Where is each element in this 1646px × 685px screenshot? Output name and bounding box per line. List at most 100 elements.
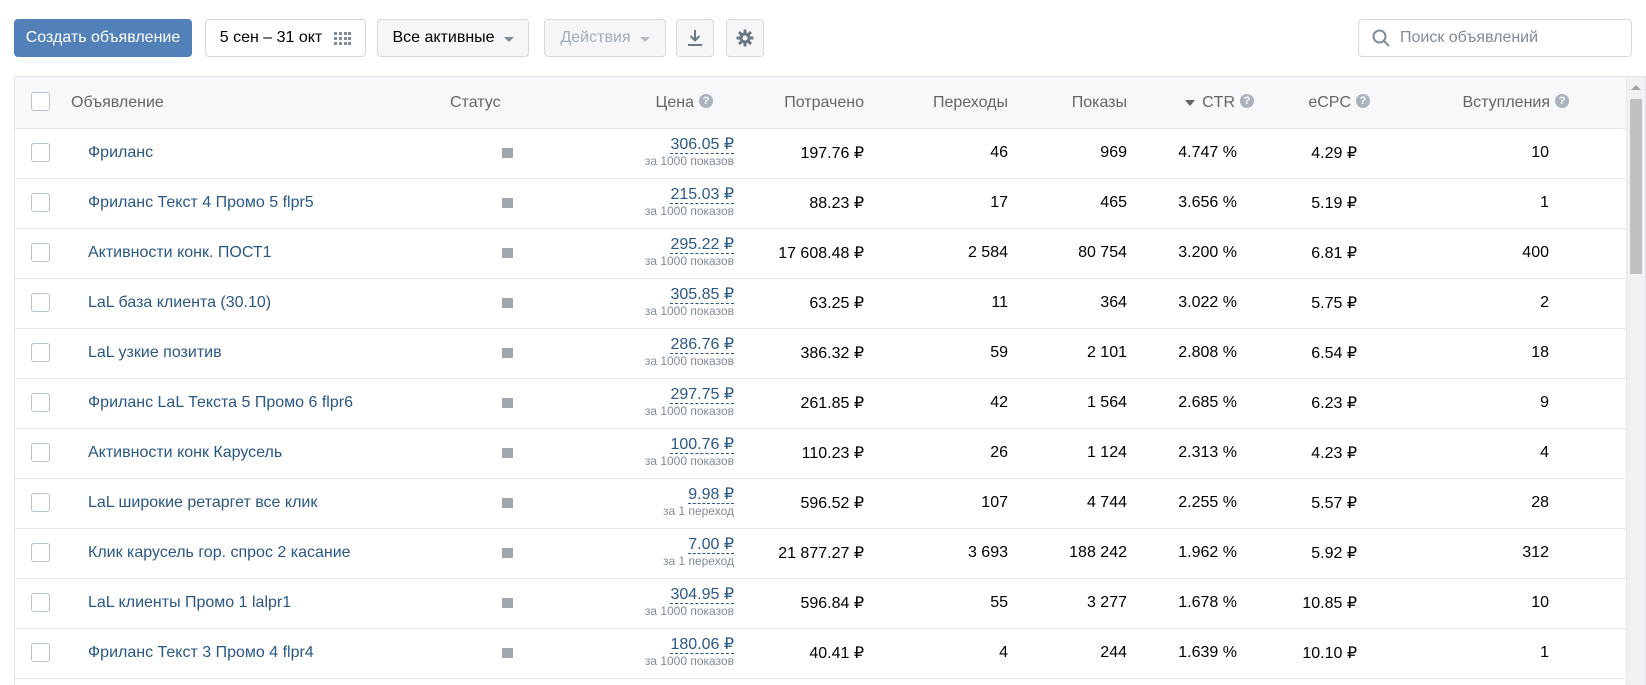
ad-name-link[interactable]: LaL узкие позитив — [88, 328, 222, 378]
price-unit: за 1000 показов — [644, 654, 734, 668]
table-row[interactable]: Фриланс LaL Текста 5 Промо 6 flpr6 297.75… — [15, 378, 1645, 429]
table-row[interactable]: LaL узкие позитив 286.76 ₽ за 1000 показов… — [15, 328, 1645, 379]
ctr-cell: 3.022 % — [1178, 294, 1237, 311]
settings-button[interactable] — [726, 19, 764, 57]
ad-name-link[interactable]: Фриланс Текст 4 Промо 5 flpr5 — [88, 178, 314, 228]
table-row[interactable]: LaL база клиента (30.10) 305.85 ₽ за 1000 … — [15, 278, 1645, 329]
ecpc-cell: 6.81 ₽ — [1311, 245, 1357, 262]
vertical-scrollbar[interactable] — [1626, 77, 1645, 685]
select-all-checkbox[interactable] — [31, 92, 50, 111]
table-row[interactable]: Активности конк. ПОСТ1 295.22 ₽ за 1000 по… — [15, 228, 1645, 279]
ctr-cell: 2.685 % — [1178, 394, 1237, 411]
ctr-cell: 2.808 % — [1178, 344, 1237, 361]
row-checkbox[interactable] — [31, 143, 50, 162]
header-status[interactable]: Статус — [450, 77, 501, 128]
price-value-link[interactable]: 297.75 ₽ — [670, 386, 734, 404]
header-ad[interactable]: Объявление — [71, 77, 164, 128]
header-spent[interactable]: Потрачено — [784, 77, 864, 128]
price-unit: за 1 переход — [662, 504, 734, 518]
clicks-cell: 26 — [990, 444, 1008, 461]
row-checkbox[interactable] — [31, 443, 50, 462]
joins-cell: 18 — [1531, 344, 1549, 361]
header-ctr[interactable]: CTR? — [1185, 77, 1254, 128]
row-checkbox[interactable] — [31, 643, 50, 662]
row-checkbox[interactable] — [31, 243, 50, 262]
price-value-link[interactable]: 306.05 ₽ — [670, 136, 734, 154]
help-icon[interactable]: ? — [1240, 93, 1254, 108]
ad-name-link[interactable]: Фриланс Текст 3 Промо 4 flpr4 — [88, 628, 314, 678]
price-value-link[interactable]: 100.76 ₽ — [670, 436, 734, 454]
joins-cell: 10 — [1531, 144, 1549, 161]
table-row[interactable]: LaL клиенты Промо 1 lalpr1 304.95 ₽ за 100… — [15, 578, 1645, 629]
status-filter-dropdown[interactable]: Все активные — [377, 19, 529, 57]
header-impressions[interactable]: Показы — [1072, 77, 1127, 128]
header-joins[interactable]: Вступления? — [1462, 77, 1569, 128]
header-ecpc[interactable]: eCPC? — [1308, 77, 1370, 128]
price-value-link[interactable]: 7.00 ₽ — [688, 536, 734, 554]
row-checkbox[interactable] — [31, 393, 50, 412]
clicks-cell: 11 — [991, 294, 1008, 311]
price-value-link[interactable]: 295.22 ₽ — [670, 236, 734, 254]
table-row[interactable]: LaL широкие ретаргет все клик 9.98 ₽ за 1 … — [15, 478, 1645, 529]
price-value-link[interactable]: 305.85 ₽ — [670, 286, 734, 304]
joins-cell: 4 — [1540, 444, 1549, 461]
table-header: Объявление Статус Цена? Потрачено Перехо… — [15, 77, 1645, 129]
impressions-cell: 364 — [1100, 294, 1127, 311]
price-cell: 304.95 ₽ за 1000 показов — [645, 586, 734, 618]
header-price[interactable]: Цена? — [656, 77, 713, 128]
row-checkbox[interactable] — [31, 343, 50, 362]
row-checkbox[interactable] — [31, 543, 50, 562]
search-input[interactable] — [1398, 28, 1622, 48]
table-row[interactable]: Фриланс Текст 4 Промо 5 flpr5 215.03 ₽ за … — [15, 178, 1645, 229]
price-value-link[interactable]: 304.95 ₽ — [670, 586, 734, 604]
impressions-cell: 969 — [1100, 144, 1127, 161]
row-checkbox[interactable] — [31, 193, 50, 212]
scroll-thumb[interactable] — [1630, 99, 1642, 274]
price-unit: за 1000 показов — [644, 354, 734, 368]
status-stopped-icon — [502, 548, 513, 558]
download-button[interactable] — [676, 19, 714, 57]
ad-name-link[interactable]: Фриланс — [88, 128, 153, 178]
price-value-link[interactable]: 286.76 ₽ — [670, 336, 734, 354]
row-checkbox[interactable] — [31, 293, 50, 312]
header-clicks-label: Переходы — [932, 93, 1008, 111]
price-unit: за 1000 показов — [644, 604, 734, 618]
price-unit: за 1000 показов — [644, 304, 734, 318]
ad-name-link[interactable]: Активности конк. ПОСТ1 — [88, 228, 272, 278]
ecpc-cell: 6.54 ₽ — [1311, 345, 1357, 362]
ecpc-cell: 5.57 ₽ — [1311, 495, 1357, 512]
price-value-link[interactable]: 9.98 ₽ — [688, 486, 734, 504]
create-ad-button[interactable]: Создать объявление — [14, 19, 192, 57]
table-row[interactable]: Фриланс 306.05 ₽ за 1000 показов 197.76 ₽ 46… — [15, 128, 1645, 179]
ctr-cell: 2.313 % — [1178, 444, 1237, 461]
ad-name-link[interactable]: Активности конк Карусель — [88, 428, 282, 478]
price-value-link[interactable]: 180.06 ₽ — [670, 636, 734, 654]
ad-name-link[interactable]: LaL клиенты Промо 1 lalpr1 — [88, 578, 291, 628]
calendar-grid-icon — [334, 31, 352, 45]
ad-name-link[interactable]: Фриланс LaL Текста 5 Промо 6 flpr6 — [88, 378, 353, 428]
header-status-label: Статус — [450, 93, 501, 111]
scroll-up-arrow-icon[interactable] — [1631, 85, 1641, 90]
header-clicks[interactable]: Переходы — [933, 77, 1008, 128]
row-checkbox[interactable] — [31, 593, 50, 612]
table-row[interactable]: Активности конк Карусель 100.76 ₽ за 1000 … — [15, 428, 1645, 479]
table-row[interactable]: Клик карусель гор. спрос 2 касание 7.00 ₽… — [15, 528, 1645, 579]
price-value-link[interactable]: 215.03 ₽ — [670, 186, 734, 204]
date-range-button[interactable]: 5 сен – 31 окт — [205, 19, 366, 57]
sort-desc-icon — [1185, 99, 1196, 106]
clicks-cell: 55 — [990, 594, 1008, 611]
chevron-down-icon — [503, 36, 514, 42]
actions-dropdown[interactable]: Действия — [544, 19, 666, 57]
ad-name-link[interactable]: LaL база клиента (30.10) — [88, 278, 271, 328]
ad-name-link[interactable]: LaL широкие ретаргет все клик — [88, 478, 317, 528]
table-row[interactable]: Фриланс Текст 3 Промо 4 flpr4 180.06 ₽ за … — [15, 628, 1645, 679]
impressions-cell: 80 754 — [1078, 244, 1127, 261]
header-ecpc-label: eCPC — [1308, 93, 1351, 111]
help-icon[interactable]: ? — [699, 93, 713, 108]
help-icon[interactable]: ? — [1356, 93, 1370, 108]
ad-name-link[interactable]: Клик карусель гор. спрос 2 касание — [88, 528, 351, 578]
row-checkbox[interactable] — [31, 493, 50, 512]
ecpc-cell: 5.19 ₽ — [1311, 195, 1357, 212]
help-icon[interactable]: ? — [1555, 93, 1569, 108]
impressions-cell: 1 124 — [1086, 444, 1127, 461]
